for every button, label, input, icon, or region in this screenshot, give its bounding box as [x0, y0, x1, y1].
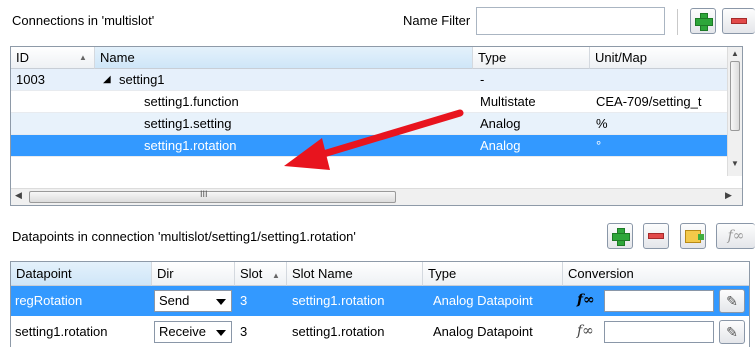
paperclip-icon: ✎: [726, 323, 738, 340]
vertical-scrollbar[interactable]: ▲ ▼: [727, 47, 742, 176]
sort-asc-icon: ▲: [272, 271, 280, 280]
add-datapoint-button[interactable]: [607, 223, 633, 249]
attach-button[interactable]: ✎: [719, 320, 745, 344]
col-header-id[interactable]: ID ▲: [11, 47, 95, 69]
minus-icon: [648, 233, 664, 239]
formula-button[interactable]: f∞: [716, 223, 755, 249]
sort-asc-icon: ▲: [79, 53, 87, 62]
minus-icon: [731, 18, 747, 24]
chevron-down-icon: [216, 299, 226, 305]
toolbar-separator: [677, 9, 678, 35]
remove-datapoint-button[interactable]: [643, 223, 669, 249]
fx-icon: f∞: [727, 228, 745, 244]
conversion-input[interactable]: [604, 321, 714, 343]
col-header-type[interactable]: Type: [423, 262, 563, 286]
col-header-slot[interactable]: Slot ▲: [235, 262, 287, 286]
plus-icon: [612, 228, 630, 246]
scroll-right-icon[interactable]: ▶: [725, 190, 732, 201]
scrollbar-thumb[interactable]: III: [29, 189, 396, 203]
col-header-slot-name[interactable]: Slot Name: [287, 262, 423, 286]
paperclip-icon: ✎: [726, 292, 738, 309]
import-datapoint-button[interactable]: [680, 223, 706, 249]
fx-icon[interactable]: f∞: [577, 292, 595, 308]
dir-select[interactable]: Send: [154, 290, 232, 312]
col-header-conversion[interactable]: Conversion: [563, 262, 749, 286]
col-header-dir[interactable]: Dir: [152, 262, 235, 286]
dir-select[interactable]: Receive: [154, 321, 232, 343]
folder-icon: [685, 229, 704, 243]
attach-button[interactable]: ✎: [719, 289, 745, 313]
scroll-down-icon[interactable]: ▼: [731, 159, 739, 168]
datapoints-table: Datapoint Dir Slot ▲ Slot Name Type Conv…: [10, 261, 750, 347]
chevron-down-icon: [216, 330, 226, 336]
table-row-selected[interactable]: regRotation Send 3 setting1.rotation Ana…: [11, 286, 749, 316]
datapoints-title: Datapoints in connection 'multislot/sett…: [12, 229, 356, 244]
table-row[interactable]: 1003 ◢ setting1 -: [11, 69, 729, 91]
add-connection-button[interactable]: [690, 8, 716, 34]
col-header-unit[interactable]: Unit/Map: [590, 47, 730, 69]
annotation-arrow: [284, 109, 464, 170]
table-row[interactable]: setting1.rotation Receive 3 setting1.rot…: [11, 317, 749, 347]
fx-icon[interactable]: f∞: [577, 323, 594, 339]
name-filter-input[interactable]: [476, 7, 665, 35]
name-filter-label: Name Filter: [403, 13, 471, 28]
col-header-type[interactable]: Type: [473, 47, 590, 69]
conversion-input[interactable]: [604, 290, 714, 312]
col-header-name[interactable]: Name: [95, 47, 473, 69]
remove-connection-button[interactable]: [722, 8, 755, 34]
horizontal-scrollbar[interactable]: ◀ III ▶: [11, 188, 742, 205]
scroll-left-icon[interactable]: ◀: [15, 190, 22, 201]
scroll-up-icon[interactable]: ▲: [731, 49, 739, 58]
plus-icon: [695, 13, 713, 31]
col-header-datapoint[interactable]: Datapoint: [11, 262, 152, 286]
connections-title: Connections in 'multislot': [12, 13, 155, 28]
scrollbar-thumb[interactable]: [730, 61, 740, 131]
tree-expand-icon[interactable]: ◢: [103, 74, 111, 85]
